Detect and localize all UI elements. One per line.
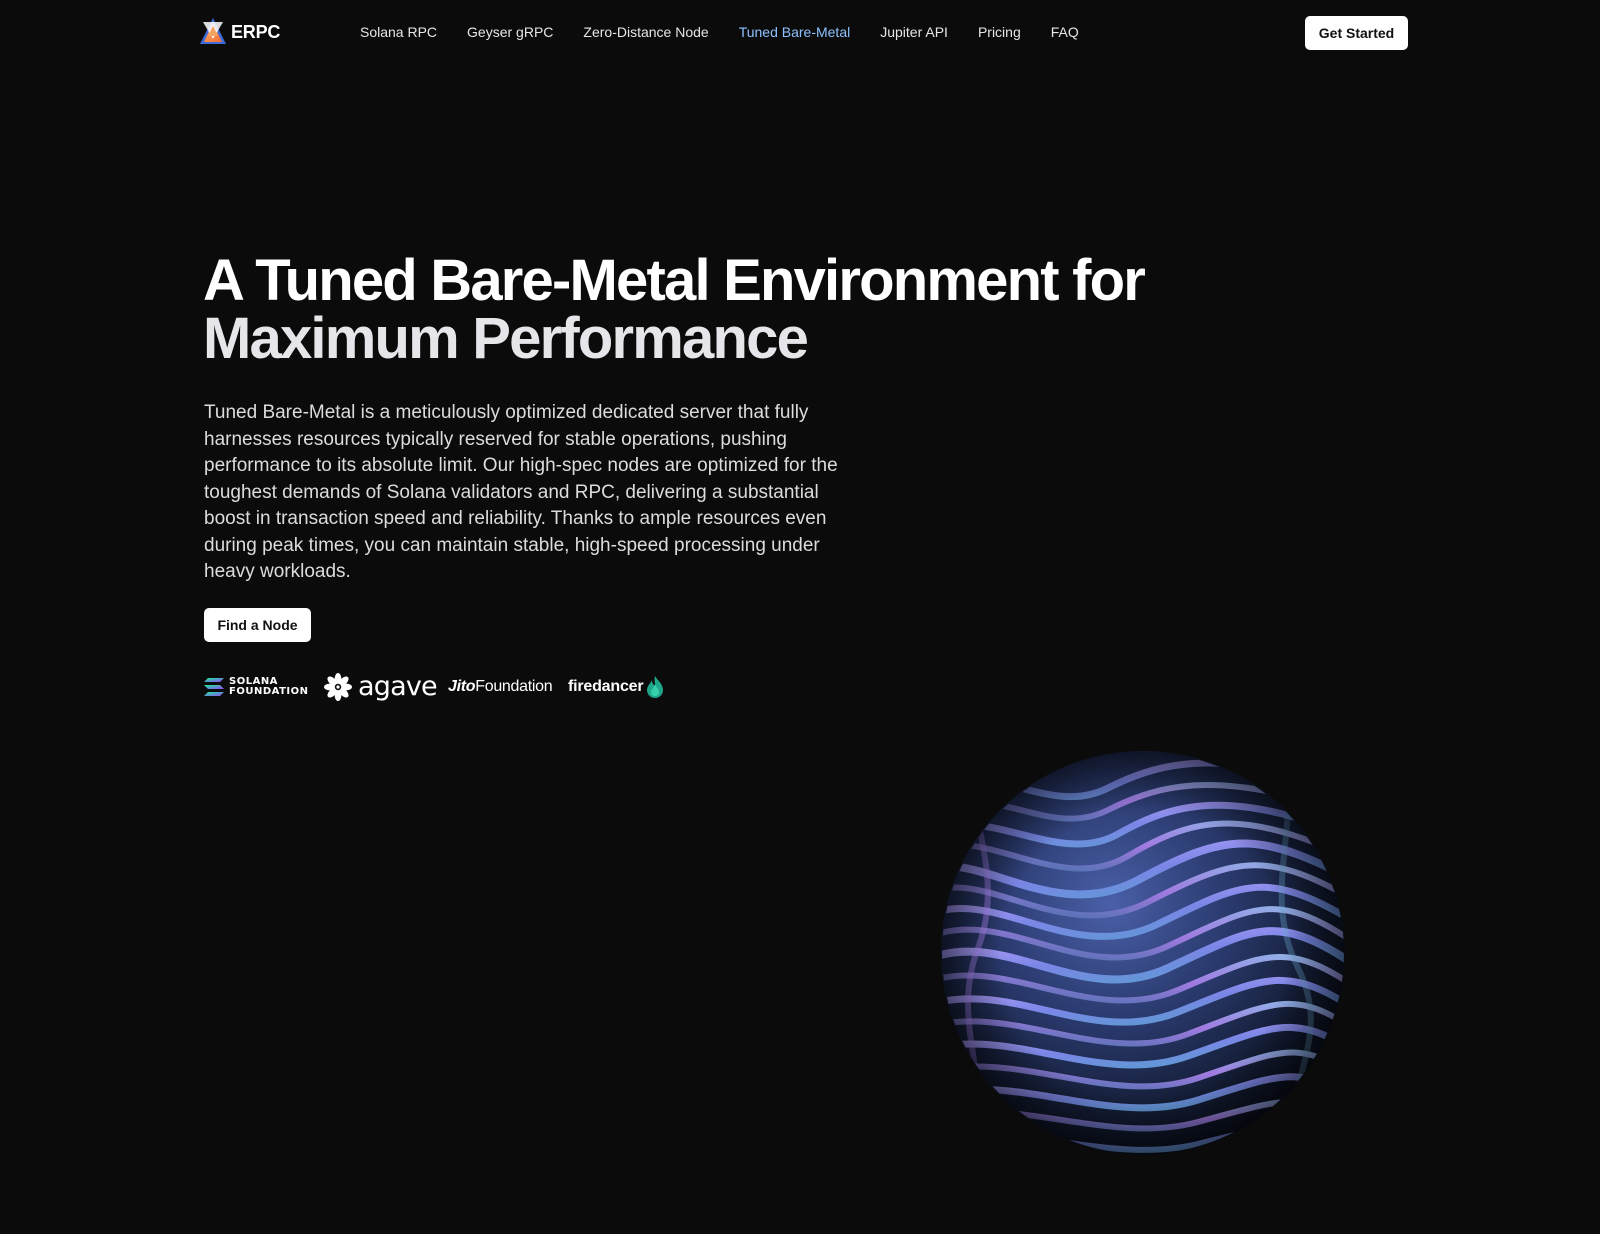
hero-title-line2: Maximum Performance — [203, 306, 809, 371]
firedancer-logo-text: firedancer — [568, 678, 644, 695]
nav-jupiter-api[interactable]: Jupiter API — [880, 24, 948, 40]
jito-logo-bold: Jito — [448, 678, 476, 695]
top-nav: ERPC Solana RPC Geyser gRPC Zero-Distanc… — [0, 0, 1600, 66]
flame-icon — [647, 676, 664, 698]
wavy-sphere-graphic — [941, 751, 1345, 1155]
nav-solana-rpc[interactable]: Solana RPC — [360, 24, 437, 40]
nav-pricing[interactable]: Pricing — [978, 24, 1021, 40]
erpc-logo-icon — [200, 18, 226, 44]
agave-flower-icon — [324, 673, 352, 701]
brand-name: ERPC — [231, 21, 281, 42]
solana-foundation-logo: SOLANA FOUNDATION — [204, 670, 309, 704]
nav-faq[interactable]: FAQ — [1051, 24, 1079, 40]
hero-sphere-graphic — [938, 748, 1348, 1158]
agave-logo-text: agave — [358, 671, 438, 702]
jito-logo-rest: Foundation — [475, 678, 553, 695]
solana-logo-line2: FOUNDATION — [229, 686, 309, 697]
primary-nav: Solana RPC Geyser gRPC Zero-Distance Nod… — [360, 22, 1079, 42]
hero-description: Tuned Bare-Metal is a meticulously optim… — [204, 402, 838, 582]
get-started-button[interactable]: Get Started — [1305, 16, 1408, 50]
find-a-node-button[interactable]: Find a Node — [204, 608, 311, 642]
nav-geyser-grpc[interactable]: Geyser gRPC — [467, 24, 553, 40]
brand-logo[interactable]: ERPC — [199, 17, 280, 47]
solana-bars-icon — [204, 678, 224, 696]
agave-logo: agave — [324, 670, 438, 704]
jito-foundation-logo: JitoFoundation — [448, 670, 553, 704]
nav-tuned-bare-metal[interactable]: Tuned Bare-Metal — [739, 24, 851, 40]
nav-zero-distance-node[interactable]: Zero-Distance Node — [583, 24, 708, 40]
firedancer-logo: firedancer — [568, 670, 664, 704]
partner-logos: SOLANA FOUNDATION agave JitoFoundation f… — [204, 670, 684, 704]
hero-title-line1: A Tuned Bare-Metal Environment for — [203, 248, 1146, 313]
hero-title: A Tuned Bare-Metal Environment for Maxim… — [203, 252, 1203, 368]
